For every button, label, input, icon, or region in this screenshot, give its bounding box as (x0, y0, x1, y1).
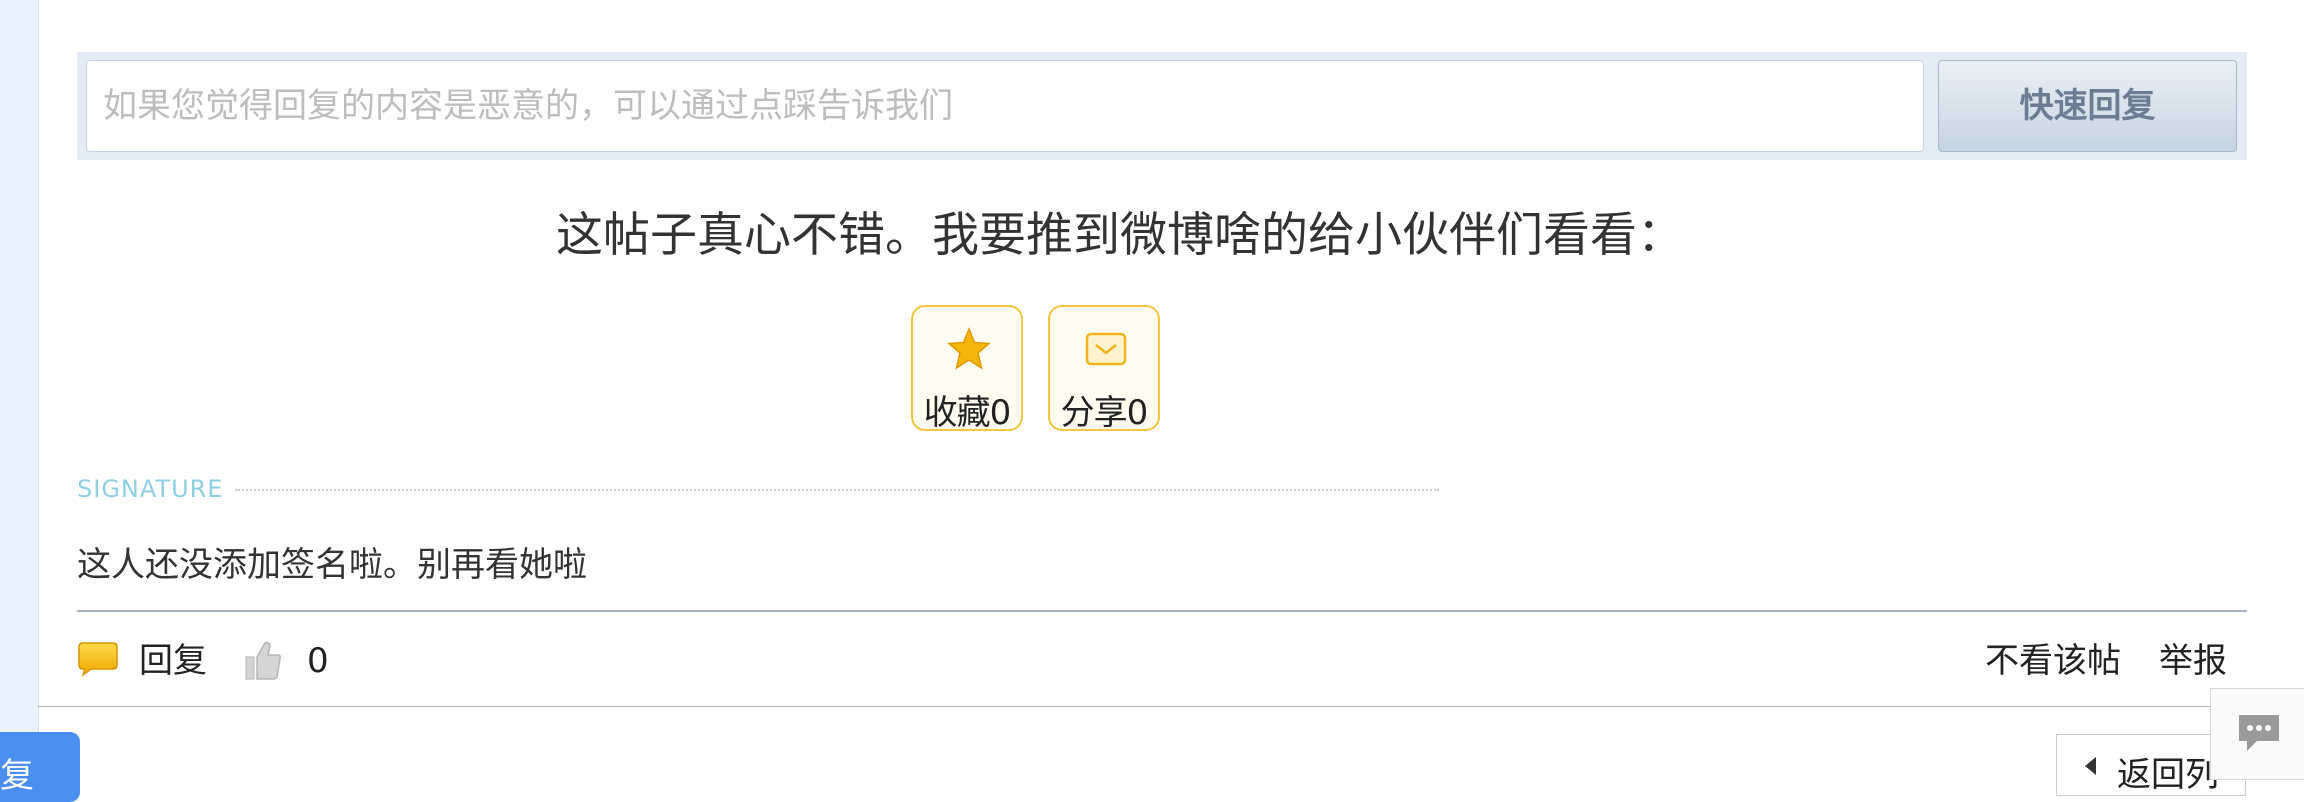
section-bottom-border (38, 706, 2304, 707)
speech-bubble-icon (78, 642, 118, 677)
post-footer: 回复 0 不看该帖 举报 (77, 635, 2247, 687)
hide-post-link[interactable]: 不看该帖 (1985, 635, 2121, 687)
bottom-left-action-label: 复 (0, 756, 34, 796)
favorite-label: 收藏0 (923, 393, 1012, 433)
thumbs-up-icon[interactable] (243, 637, 283, 683)
reply-link[interactable]: 回复 (139, 635, 207, 687)
post-footer-divider (77, 610, 2247, 612)
bottom-left-action-button[interactable]: 复 (0, 732, 80, 802)
quick-reply-input[interactable]: 如果您觉得回复的内容是恶意的，可以通过点踩告诉我们 (86, 60, 1924, 152)
floating-chat-button[interactable] (2210, 688, 2304, 780)
left-sidebar-strip (0, 0, 39, 780)
back-to-list-label: 返回列 (2117, 755, 2219, 795)
report-link[interactable]: 举报 (2159, 635, 2227, 687)
share-label: 分享0 (1060, 393, 1149, 433)
signature-heading: SIGNATURE (77, 474, 232, 504)
envelope-icon (1085, 332, 1127, 366)
signature-header: SIGNATURE (77, 474, 1439, 504)
share-promo-text: 这帖子真心不错。我要推到微博啥的给小伙伴们看看： (556, 208, 1684, 263)
signature-text: 这人还没添加签名啦。别再看她啦 (77, 545, 587, 585)
favorite-button[interactable]: 收藏0 (911, 305, 1023, 433)
left-arrow-icon (2085, 757, 2096, 775)
quick-reply-button[interactable]: 快速回复 (1938, 60, 2237, 152)
signature-divider (235, 489, 1439, 491)
chat-icon (2239, 715, 2279, 751)
share-button[interactable]: 分享0 (1048, 305, 1160, 433)
star-icon (947, 327, 991, 370)
quick-reply-bar: 如果您觉得回复的内容是恶意的，可以通过点踩告诉我们 快速回复 (77, 52, 2247, 160)
like-count: 0 (307, 641, 329, 681)
